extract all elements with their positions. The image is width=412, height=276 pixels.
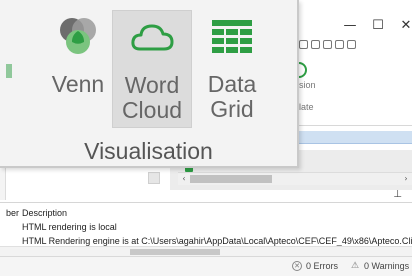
venn-label: Venn [51, 71, 105, 97]
group-label: Visualisation [84, 138, 213, 164]
divider [0, 202, 412, 203]
output-header: ber Description [0, 206, 412, 220]
column-header-description[interactable]: Description [22, 208, 67, 218]
maximize-button[interactable]: ☐ [364, 12, 392, 40]
minimize-button[interactable]: — [336, 12, 364, 40]
word-cloud-label: Word Cloud [121, 72, 183, 123]
warnings-count: 0 Warnings [364, 261, 410, 271]
column-header-number[interactable]: ber [6, 208, 19, 218]
open-icon[interactable] [311, 40, 320, 49]
title-bar: — ☐ ✕ [300, 12, 412, 40]
close-button[interactable]: ✕ [392, 12, 412, 40]
help-icon[interactable] [299, 40, 308, 49]
paste-icon[interactable] [347, 40, 356, 49]
data-grid-button[interactable]: Data Grid [190, 10, 274, 128]
ribbon-background: sion late [291, 56, 412, 126]
scrollbar-thumb[interactable] [190, 175, 272, 183]
ribbon-label-fragment: sion [299, 80, 316, 90]
panel-corner-box [148, 172, 160, 184]
scrollbar-thumb[interactable] [130, 249, 220, 255]
status-bar: ✕ 0 Errors ⚠ 0 Warnings [0, 256, 412, 276]
ribbon-label-fragment: late [299, 102, 314, 112]
output-row[interactable]: HTML rendering is local [22, 222, 412, 234]
error-icon: ✕ [292, 261, 302, 271]
cloud-icon [128, 15, 176, 63]
horizontal-scrollbar[interactable]: ‹ › [178, 172, 412, 185]
venn-icon [54, 14, 102, 62]
venn-button[interactable]: Venn [36, 10, 120, 128]
output-panel-toolbar: ⊥ [0, 188, 412, 202]
selection-bar [299, 131, 412, 144]
save-icon[interactable] [323, 40, 332, 49]
output-scrollbar[interactable] [0, 246, 412, 256]
visualisation-ribbon-group: Venn Word Cloud Data Grid Visualisation [0, 0, 299, 168]
background-marker [6, 64, 12, 78]
errors-count: 0 Errors [306, 261, 339, 271]
errors-status[interactable]: ✕ 0 Errors [292, 261, 338, 271]
copy-icon[interactable] [335, 40, 344, 49]
quick-access-toolbar [299, 40, 412, 54]
word-cloud-button[interactable]: Word Cloud [112, 10, 192, 128]
grid-icon [208, 14, 256, 62]
warnings-status[interactable]: ⚠ 0 Warnings [350, 261, 409, 271]
warning-icon: ⚠ [350, 261, 360, 271]
pin-icon[interactable]: ⊥ [393, 189, 402, 200]
scroll-right-icon[interactable]: › [400, 173, 412, 185]
data-grid-label: Data Grid [207, 71, 257, 122]
scroll-left-icon[interactable]: ‹ [178, 173, 190, 185]
